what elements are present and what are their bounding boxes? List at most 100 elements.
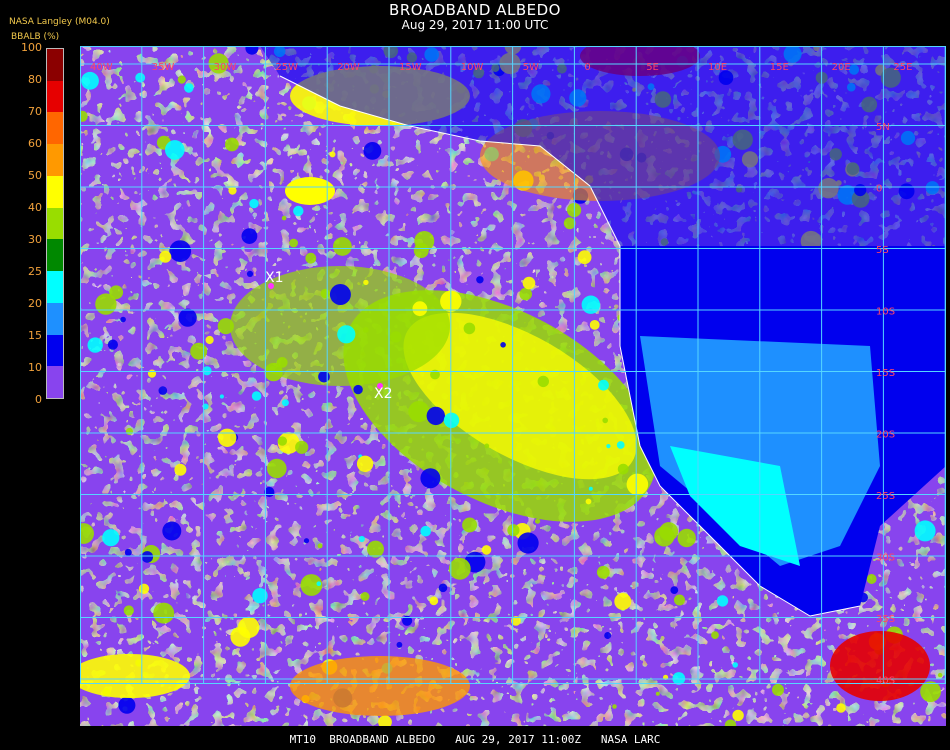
colorbar-tick-label: 70 — [28, 105, 42, 118]
longitude-label: 25E — [893, 62, 912, 73]
cloud-cell — [626, 473, 649, 496]
cloud-cell — [390, 331, 402, 343]
colorbar-tick-label: 50 — [28, 169, 42, 182]
colorbar-segment — [47, 207, 63, 240]
marker-label: X1 — [265, 270, 284, 286]
latitude-label: 5N — [876, 122, 890, 133]
cloud-cell — [358, 535, 365, 543]
latitude-label: 30S — [876, 553, 895, 564]
cloud-cell — [135, 72, 146, 83]
cloud-cell — [654, 526, 675, 547]
cloud-cell — [267, 458, 287, 479]
cloud-cell — [205, 335, 214, 345]
cloud-cell — [225, 137, 239, 152]
cloud-cell — [320, 288, 330, 299]
cloud-cell — [577, 250, 592, 265]
longitude-label: 20W — [337, 62, 360, 73]
latitude-label: 35S — [876, 614, 895, 625]
cloud-cell — [519, 287, 532, 301]
colorbar-tick-label: 80 — [28, 73, 42, 86]
colorbar — [46, 48, 64, 399]
cloud-cell — [535, 518, 541, 524]
longitude-label: 35W — [152, 62, 175, 73]
latitude-label: 20S — [876, 430, 895, 441]
cloud-cell — [462, 517, 478, 533]
latitude-label: 10S — [876, 307, 895, 318]
colorbar-segment — [47, 366, 63, 399]
longitude-label: 5W — [523, 62, 539, 73]
cloud-cell — [138, 583, 150, 594]
cloud-cell — [158, 386, 168, 395]
satellite-map: X1 X2 40W 35W 30W 25W 20W 15W 10W 5W 0 5E 10E 15E 20E… — [80, 46, 946, 726]
map-title: BROADBAND ALBEDO — [389, 1, 561, 19]
producer-label: NASA Langley (M04.0) — [9, 17, 110, 27]
colorbar-segment — [47, 144, 63, 177]
cloud-cell — [153, 602, 175, 624]
cloud-cell — [772, 683, 784, 696]
cloud-cell — [476, 276, 484, 284]
cloud-cell — [836, 703, 846, 713]
cloud-cell — [317, 543, 323, 549]
latitude-label: 5S — [876, 245, 889, 256]
cloud-cell — [125, 427, 133, 436]
colorbar-tick-label: 0 — [35, 393, 42, 406]
latitude-label: 25S — [876, 491, 895, 502]
colorbar-tick-label: 25 — [28, 265, 42, 278]
marker-label: X2 — [374, 386, 393, 402]
latitude-label: 0 — [876, 184, 882, 195]
cloud-cell — [655, 691, 660, 696]
cloud-cell — [606, 444, 611, 449]
colorbar-tick-label: 60 — [28, 137, 42, 150]
colorbar-segment — [47, 239, 63, 272]
colorbar-tick-label: 10 — [28, 361, 42, 374]
longitude-label: 40W — [90, 62, 113, 73]
cloud-cell — [360, 592, 370, 601]
cloud-cell — [412, 301, 428, 317]
cloud-cell — [363, 142, 382, 160]
colorbar-segment — [47, 271, 63, 304]
cloud-cell — [238, 616, 260, 639]
cloud-cell — [295, 440, 309, 454]
latitude-label: 15S — [876, 368, 895, 379]
cloud-cell — [251, 391, 262, 401]
footer-caption: MT10 BROADBAND ALBEDO AUG 29, 2017 11:00… — [289, 733, 661, 746]
cloud-cell — [162, 521, 182, 541]
cloud-cell — [303, 538, 310, 544]
cloud-cell — [318, 370, 330, 383]
cloud-cell — [316, 581, 322, 586]
cloud-cell — [507, 524, 520, 537]
cloud-cell — [118, 696, 136, 714]
cloud-cell — [329, 284, 351, 305]
cloud-cell — [484, 443, 490, 449]
cloud-cell — [177, 75, 186, 84]
cloud-cell — [481, 545, 492, 555]
cloud-patch — [230, 266, 450, 386]
cloud-cell — [589, 320, 600, 330]
longitude-label: 10W — [461, 62, 484, 73]
colorbar-segment — [47, 80, 63, 113]
cloud-cell — [937, 672, 943, 678]
longitude-label: 15E — [770, 62, 789, 73]
cloud-cell — [367, 540, 384, 558]
cloud-cell — [420, 525, 432, 537]
cloud-cell — [246, 270, 254, 277]
cloud-cell — [147, 369, 157, 378]
cloud-cell — [190, 342, 208, 360]
cloud-cell — [159, 250, 172, 263]
longitude-label: 30W — [214, 62, 237, 73]
longitude-label: 0 — [584, 62, 590, 73]
cloud-cell — [174, 463, 187, 476]
cloud-cell — [617, 463, 629, 475]
cloud-cell — [95, 293, 117, 315]
cloud-cell — [585, 498, 592, 505]
cloud-cell — [277, 436, 287, 446]
cloud-cell — [218, 428, 237, 447]
cloud-cell — [438, 583, 448, 593]
cloud-cell — [363, 279, 369, 286]
cloud-cell — [426, 406, 445, 426]
colorbar-tick-label: 100 — [21, 41, 42, 54]
cloud-cell — [429, 596, 439, 606]
colorbar-segment — [47, 112, 63, 145]
colorbar-segment — [47, 175, 63, 209]
cloud-cell — [420, 468, 441, 489]
